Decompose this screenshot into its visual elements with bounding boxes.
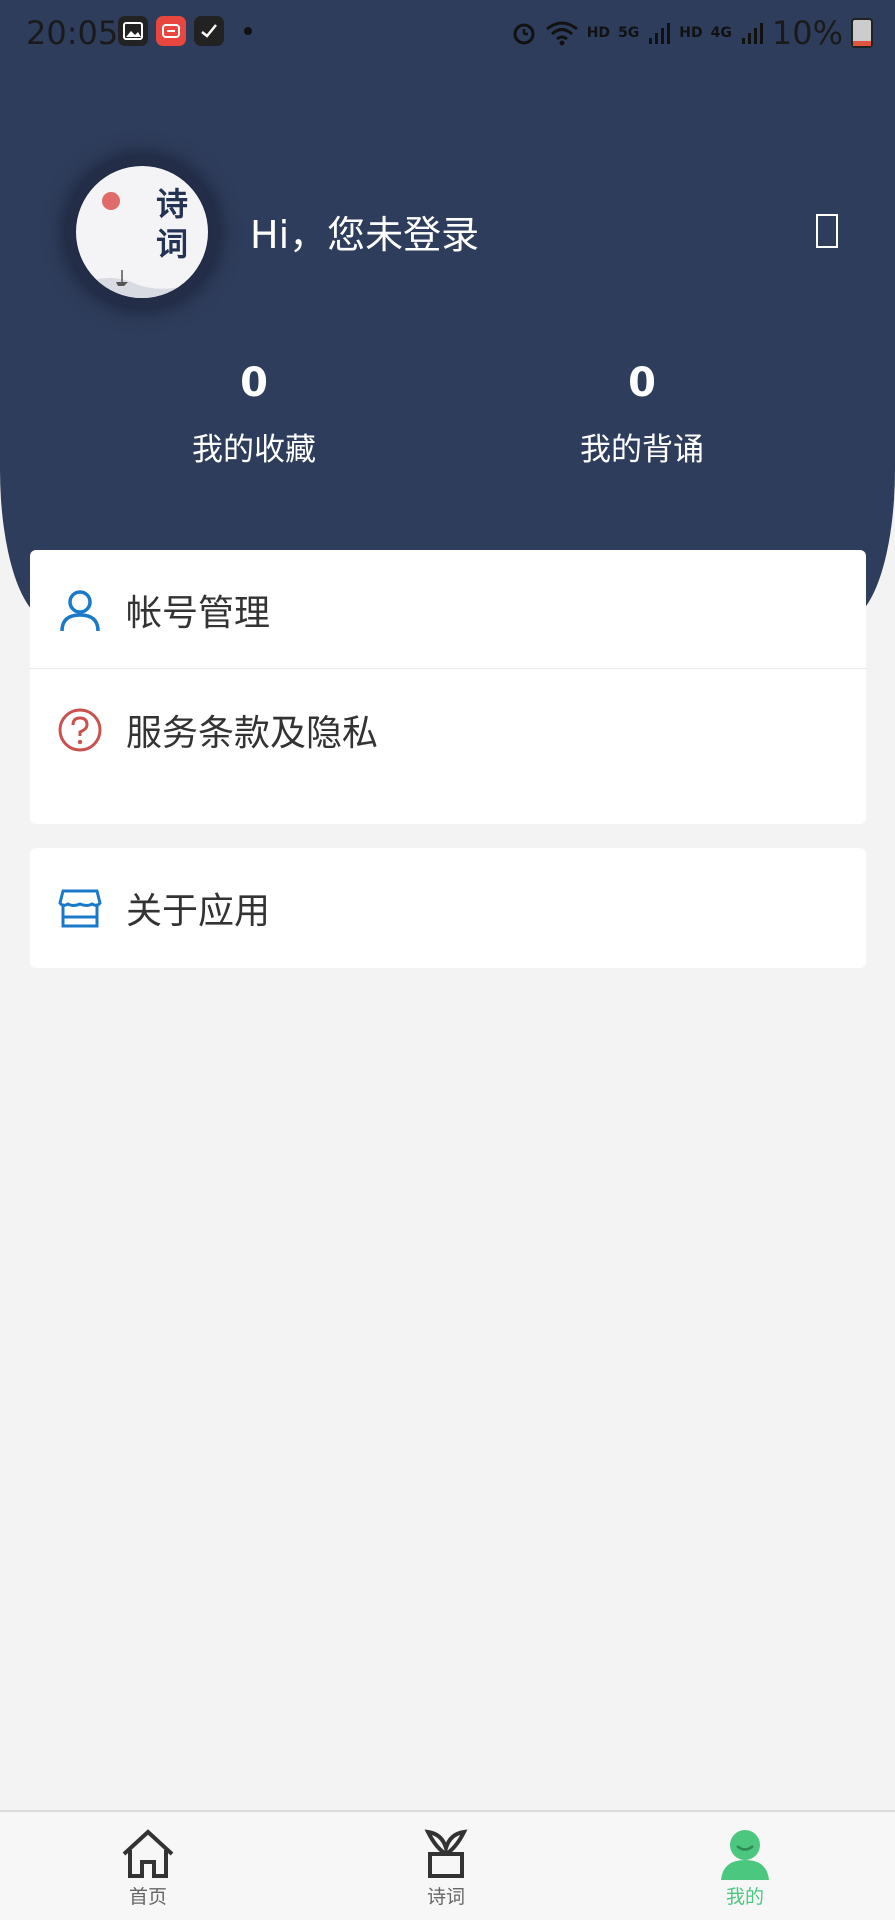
avatar-landscape-decoration (76, 270, 208, 298)
menu-item-account-management[interactable]: 帐号管理 (30, 550, 866, 670)
menu-item-label: 服务条款及隐私 (126, 713, 379, 754)
avatar[interactable]: 诗词 (76, 166, 208, 298)
status-time: 20:05 (26, 14, 119, 52)
stat-recitations[interactable]: 0 我的背诵 (532, 360, 752, 469)
help-circle-icon (56, 706, 104, 754)
favorites-count: 0 (240, 360, 268, 406)
gallery-icon (118, 16, 148, 46)
tab-label: 诗词 (426, 1886, 465, 1908)
menu-card-account: 帐号管理 服务条款及隐私 (30, 550, 866, 824)
tab-label: 我的 (725, 1886, 764, 1908)
avatar-sun-decoration (102, 192, 120, 210)
plant-icon (424, 1829, 468, 1878)
signal-icon-2 (741, 23, 763, 44)
person-icon (721, 1830, 769, 1880)
menu-item-label: 帐号管理 (126, 593, 271, 634)
battery-percentage: 10% (771, 14, 843, 52)
app-icon (194, 16, 224, 46)
notification-dot (244, 27, 252, 35)
status-bar: 20:05 HD 5G HD 4G 10% (0, 0, 895, 66)
menu-item-about-app[interactable]: 关于应用 (30, 848, 866, 968)
login-greeting[interactable]: Hi，您未登录 (250, 204, 479, 259)
hd-label-1: HD (586, 25, 611, 41)
tab-label: 首页 (128, 1886, 167, 1908)
divider (30, 668, 866, 669)
signal-icon (649, 23, 671, 44)
network-5g-label: 5G (618, 25, 640, 41)
hd-label-2: HD (679, 25, 703, 41)
tab-mine[interactable]: 我的 (685, 1828, 805, 1909)
alarm-icon (513, 23, 535, 45)
stat-favorites[interactable]: 0 我的收藏 (144, 360, 364, 469)
menu-item-terms-privacy[interactable]: 服务条款及隐私 (30, 670, 866, 790)
bottom-tab-bar: 首页 诗词 我的 (0, 1810, 895, 1920)
favorites-label: 我的收藏 (192, 432, 316, 468)
taobao-icon (156, 16, 186, 46)
home-icon (122, 1829, 174, 1878)
store-icon (56, 884, 104, 932)
network-4g-label: 4G (710, 25, 732, 41)
menu-card-about: 关于应用 (30, 848, 866, 968)
wifi-icon (545, 21, 578, 46)
more-icon[interactable] (816, 214, 838, 248)
status-notification-icons (118, 16, 252, 46)
avatar-text: 诗词 (155, 185, 188, 263)
user-icon (56, 586, 104, 634)
tab-poems[interactable]: 诗词 (386, 1828, 506, 1909)
menu-item-label: 关于应用 (126, 891, 271, 932)
tab-home[interactable]: 首页 (88, 1828, 208, 1909)
recitations-label: 我的背诵 (580, 432, 704, 468)
battery-icon (851, 18, 873, 48)
profile-header-background (0, 0, 895, 620)
status-system-icons: HD 5G HD 4G 10% (511, 14, 873, 52)
recitations-count: 0 (628, 360, 656, 406)
